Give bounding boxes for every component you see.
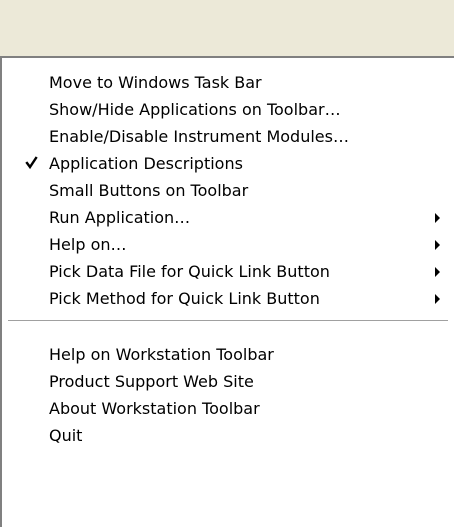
menu-item-label: Application Descriptions bbox=[49, 154, 243, 173]
menu-item-move-to-taskbar[interactable]: Move to Windows Task Bar bbox=[2, 69, 454, 96]
menu-item-label: Help on Workstation Toolbar bbox=[49, 345, 274, 364]
menu-item-help-on-toolbar[interactable]: Help on Workstation Toolbar bbox=[2, 341, 454, 368]
menu-item-label: Show/Hide Applications on Toolbar… bbox=[49, 100, 341, 119]
menu-item-quit[interactable]: Quit bbox=[2, 422, 454, 449]
menu-item-show-hide-applications[interactable]: Show/Hide Applications on Toolbar… bbox=[2, 96, 454, 123]
menu-item-help-on[interactable]: Help on… bbox=[2, 231, 454, 258]
menu-item-label: Pick Data File for Quick Link Button bbox=[49, 262, 330, 281]
menu-item-enable-disable-modules[interactable]: Enable/Disable Instrument Modules… bbox=[2, 123, 454, 150]
submenu-arrow-icon bbox=[435, 240, 440, 250]
menu-item-product-support[interactable]: Product Support Web Site bbox=[2, 368, 454, 395]
menu-item-application-descriptions[interactable]: Application Descriptions bbox=[2, 150, 454, 177]
context-menu: Move to Windows Task Bar Show/Hide Appli… bbox=[0, 56, 454, 527]
menu-item-pick-method[interactable]: Pick Method for Quick Link Button bbox=[2, 285, 454, 312]
submenu-arrow-icon bbox=[435, 267, 440, 277]
menu-item-label: Quit bbox=[49, 426, 83, 445]
menu-item-label: Move to Windows Task Bar bbox=[49, 73, 262, 92]
menu-item-label: Small Buttons on Toolbar bbox=[49, 181, 249, 200]
menu-item-label: Product Support Web Site bbox=[49, 372, 254, 391]
menu-item-small-buttons[interactable]: Small Buttons on Toolbar bbox=[2, 177, 454, 204]
submenu-arrow-icon bbox=[435, 213, 440, 223]
menu-item-label: About Workstation Toolbar bbox=[49, 399, 260, 418]
menu-item-label: Run Application… bbox=[49, 208, 191, 227]
checkmark-icon bbox=[23, 150, 43, 177]
menu-item-run-application[interactable]: Run Application… bbox=[2, 204, 454, 231]
menu-separator bbox=[8, 320, 448, 322]
menu-item-label: Enable/Disable Instrument Modules… bbox=[49, 127, 349, 146]
window-title-bar bbox=[0, 0, 454, 56]
menu-item-label: Pick Method for Quick Link Button bbox=[49, 289, 320, 308]
submenu-arrow-icon bbox=[435, 294, 440, 304]
menu-item-label: Help on… bbox=[49, 235, 127, 254]
menu-item-pick-data-file[interactable]: Pick Data File for Quick Link Button bbox=[2, 258, 454, 285]
menu-item-about[interactable]: About Workstation Toolbar bbox=[2, 395, 454, 422]
